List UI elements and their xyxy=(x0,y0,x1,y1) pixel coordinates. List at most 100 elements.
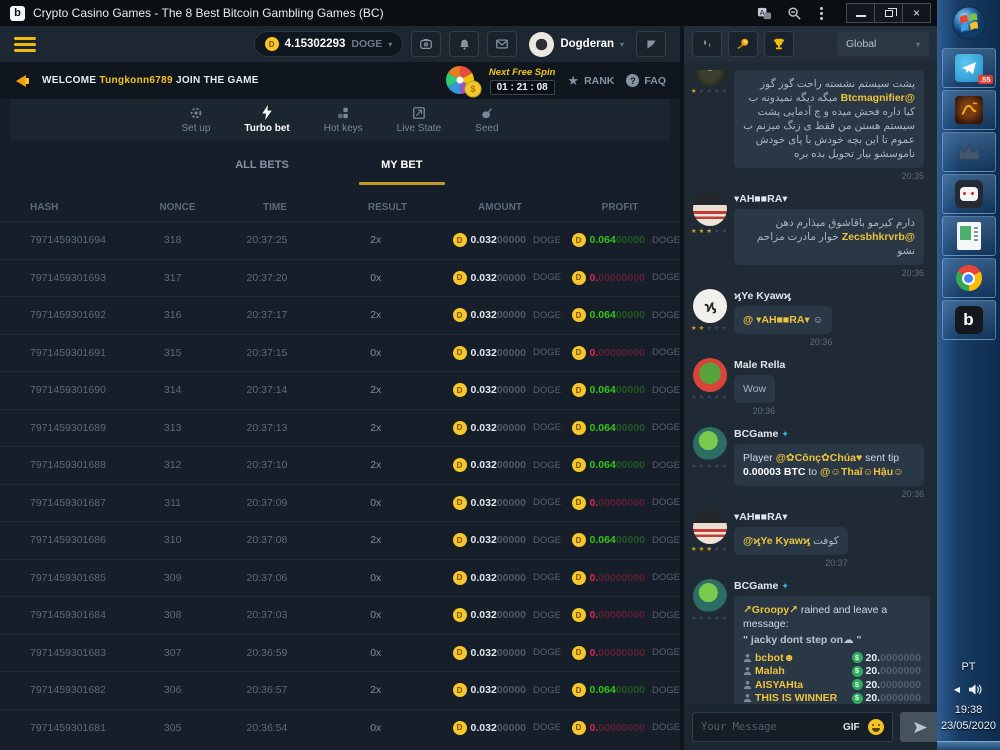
mention[interactable]: ↗Groopy↗ xyxy=(743,604,798,616)
tab-live-state[interactable]: Live State xyxy=(397,106,441,134)
taskbar-document-app[interactable] xyxy=(942,216,996,256)
doge-coin-icon xyxy=(572,233,586,247)
tray-expand-icon[interactable]: ◀ xyxy=(954,685,960,694)
menu-kebab-icon[interactable] xyxy=(816,7,827,20)
windows-taskbar: .55 b PT ◀ xyxy=(937,0,1000,750)
taskbar-game[interactable] xyxy=(942,90,996,130)
recipient-name[interactable]: AISYAHta xyxy=(755,678,803,692)
profit-value: 0.064 xyxy=(590,422,616,434)
chat-input-box[interactable]: GIF xyxy=(692,712,893,742)
user-stars: ★★★★★ xyxy=(691,228,729,235)
tab-hot-keys[interactable]: Hot keys xyxy=(324,106,363,134)
tab-my-bet[interactable]: MY BET xyxy=(359,159,445,185)
bet-row[interactable]: 797145930168430820:37:030x0.03200000DOGE… xyxy=(0,596,680,634)
masked-avatar[interactable] xyxy=(693,192,727,226)
minimize-button[interactable] xyxy=(846,3,875,23)
chat-username[interactable]: BCGame✦ xyxy=(734,428,929,440)
chat-username[interactable]: ϗYe Kyawϗ xyxy=(734,290,929,302)
bet-row[interactable]: 797145930168130520:36:540x0.03200000DOGE… xyxy=(0,709,680,747)
restore-button[interactable] xyxy=(874,3,903,23)
bet-row[interactable]: 797145930169331720:37:200x0.03200000DOGE… xyxy=(0,259,680,297)
chat-username[interactable]: BCGame✦ xyxy=(734,580,929,592)
volume-icon[interactable] xyxy=(968,683,983,696)
tab-set-up[interactable]: Set up xyxy=(181,106,210,134)
start-button[interactable] xyxy=(946,0,992,46)
date[interactable]: 23/05/2020 xyxy=(941,720,996,732)
chat-region-select[interactable]: Global ▾ xyxy=(837,32,929,56)
chat-bubble: پشت سیستم نشسته راحت گوز گوز @Btcmagnifi… xyxy=(734,70,924,168)
bet-row[interactable]: 797145930168530920:37:060x0.03200000DOGE… xyxy=(0,559,680,597)
gif-button[interactable]: GIF xyxy=(843,722,860,733)
masked-avatar[interactable] xyxy=(693,510,727,544)
bet-amount: 0.03200000DOGE xyxy=(427,271,547,285)
bcg-avatar[interactable] xyxy=(693,427,727,461)
recipient-name[interactable]: bcbot☻ xyxy=(755,651,795,665)
show-desktop-button[interactable] xyxy=(937,741,1000,750)
clock[interactable]: 19:38 xyxy=(955,704,983,716)
recipient-name[interactable]: Malah xyxy=(755,664,785,678)
tab-all-bets[interactable]: ALL BETS xyxy=(235,159,289,171)
balance-selector[interactable]: 4.15302293 DOGE ▾ xyxy=(254,31,404,57)
language-indicator[interactable]: PT xyxy=(961,661,975,673)
bets-table-body: 797145930169431820:37:252x0.03200000DOGE… xyxy=(0,221,680,750)
bet-row[interactable]: 797145930168931320:37:132x0.03200000DOGE… xyxy=(0,409,680,447)
emoji-button[interactable] xyxy=(868,719,884,735)
bet-nonce: 318 xyxy=(136,234,209,246)
profit-value: 0.064 xyxy=(590,309,616,321)
taskbar-telegram[interactable]: .55 xyxy=(942,48,996,88)
flag-button[interactable] xyxy=(636,31,666,57)
trophy-icon[interactable] xyxy=(764,31,794,57)
croc-avatar[interactable] xyxy=(693,358,727,392)
message-text: sent tip xyxy=(862,452,899,464)
notifications-bell-button[interactable] xyxy=(449,31,479,57)
mention[interactable]: @☺Thaî☺Hậu☺ xyxy=(820,466,904,478)
bet-row[interactable]: 797145930168230620:36:572x0.03200000DOGE… xyxy=(0,671,680,709)
taskbar-bcgame[interactable]: b xyxy=(942,300,996,340)
mention[interactable]: @✿Cônç✿Chúa♥ xyxy=(776,452,863,464)
bet-nonce: 313 xyxy=(136,422,209,434)
kyaw-avatar[interactable] xyxy=(693,289,727,323)
bet-row[interactable]: 797145930168330720:36:590x0.03200000DOGE… xyxy=(0,634,680,672)
welcome-player-name[interactable]: Tungkonn6789 xyxy=(99,75,172,86)
close-button[interactable]: × xyxy=(902,3,931,23)
fireball-icon[interactable] xyxy=(728,31,758,57)
bet-row[interactable]: 797145930169031420:37:142x0.03200000DOGE… xyxy=(0,371,680,409)
rank-link[interactable]: RANK xyxy=(567,73,614,89)
free-spin-wheel-icon[interactable]: $ xyxy=(443,63,483,99)
mention[interactable]: @Btcmagnifier xyxy=(841,92,915,104)
doge-coin-icon xyxy=(453,383,467,397)
chat-username[interactable]: Male Rella xyxy=(734,359,929,371)
tab-turbo-bet[interactable]: Turbo bet xyxy=(244,105,289,134)
bet-row[interactable]: 797145930169231620:37:172x0.03200000DOGE… xyxy=(0,296,680,334)
vault-button[interactable] xyxy=(411,31,441,57)
mention[interactable]: @ϗYe Kyawϗ xyxy=(743,535,810,547)
bcg-avatar[interactable] xyxy=(693,579,727,613)
tab-seed[interactable]: Seed xyxy=(475,106,498,134)
eagle-avatar[interactable] xyxy=(693,70,727,86)
faq-link[interactable]: ? FAQ xyxy=(626,74,666,87)
hamburger-menu-icon[interactable] xyxy=(14,37,36,52)
search-zoom-icon[interactable] xyxy=(786,5,802,21)
mail-button[interactable] xyxy=(487,31,517,57)
taskbar-crown-app[interactable] xyxy=(942,132,996,172)
mention[interactable]: @Zecsbhkrvrb xyxy=(842,231,915,243)
user-menu[interactable]: Dogderan ▾ xyxy=(529,32,624,57)
translate-icon[interactable]: A xyxy=(756,5,772,21)
taskbar-chrome[interactable] xyxy=(942,258,996,298)
chat-username[interactable]: ▾AH■■RA▾ xyxy=(734,193,929,205)
recipient-name[interactable]: THIS IS WINNER xyxy=(755,691,837,704)
bet-row[interactable]: 797145930169131520:37:150x0.03200000DOGE… xyxy=(0,334,680,372)
taskbar-robot-app[interactable] xyxy=(942,174,996,214)
chat-username[interactable]: ▾AH■■RA▾ xyxy=(734,511,929,523)
bet-row[interactable]: 797145930168831220:37:102x0.03200000DOGE… xyxy=(0,446,680,484)
rain-icon[interactable] xyxy=(692,31,722,57)
send-button[interactable] xyxy=(900,712,942,742)
chat-message-input[interactable] xyxy=(701,721,835,733)
bet-row[interactable]: 797145930168731120:37:090x0.03200000DOGE… xyxy=(0,484,680,522)
bet-row[interactable]: 797145930169431820:37:252x0.03200000DOGE… xyxy=(0,221,680,259)
profit-currency: DOGE xyxy=(652,647,680,658)
bet-nonce: 305 xyxy=(136,722,209,734)
bet-row[interactable]: 797145930168631020:37:082x0.03200000DOGE… xyxy=(0,521,680,559)
mention[interactable]: @ ▾AH■■RA▾ xyxy=(743,314,810,326)
svg-text:$: $ xyxy=(470,84,475,94)
